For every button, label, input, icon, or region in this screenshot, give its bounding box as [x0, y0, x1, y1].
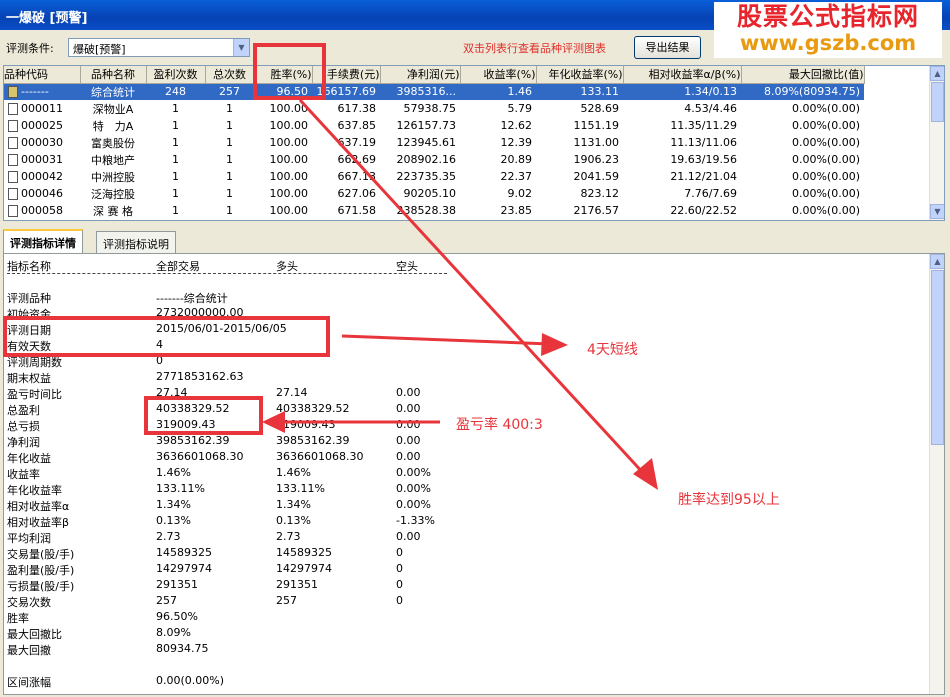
annotation-win-rate: 胜率达到95以上 — [678, 492, 780, 508]
annotation-short-line: 4天短线 — [587, 342, 638, 358]
annotation-arrows — [262, 98, 658, 490]
annotation-profit-loss: 盈亏率 400:3 — [456, 417, 543, 433]
